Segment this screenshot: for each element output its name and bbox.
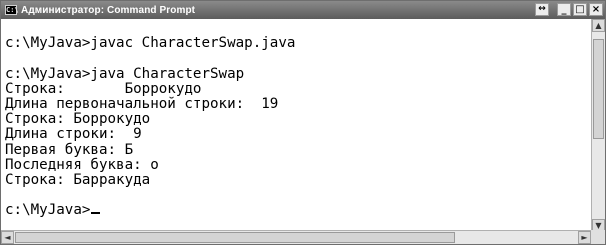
- horizontal-scroll-thumb[interactable]: [15, 232, 455, 243]
- window-title: Администратор: Command Prompt: [21, 4, 196, 16]
- scrollbar-corner: [591, 230, 605, 244]
- horizontal-scrollbar[interactable]: ◄ ►: [1, 230, 591, 244]
- command-prompt-window: C:\ Администратор: Command Prompt ↔ _ □ …: [0, 0, 606, 245]
- console-line: Строка: Боррокудо: [5, 80, 202, 97]
- vertical-scroll-thumb[interactable]: [593, 39, 604, 139]
- console-line: Первая буква: Б: [5, 141, 134, 158]
- resize-icon[interactable]: ↔: [535, 3, 549, 16]
- console-output[interactable]: c:\MyJava>javac CharacterSwap.java c:\My…: [5, 21, 585, 229]
- console-line: Длина первоначальной строки: 19: [5, 95, 279, 112]
- console-line: c:\MyJava>java CharacterSwap: [5, 65, 245, 82]
- scroll-right-button[interactable]: ►: [578, 231, 591, 244]
- console-line: Строка: Боррокудо: [5, 111, 151, 128]
- console-app-icon[interactable]: C:\: [5, 5, 19, 15]
- console-line: Последняя буква: о: [5, 156, 159, 173]
- window-controls: ↔ _ □ ×: [535, 3, 603, 16]
- prompt-text: c:\MyJava>: [5, 202, 91, 219]
- prompt-line[interactable]: c:\MyJava>: [5, 203, 585, 218]
- title-bar[interactable]: C:\ Администратор: Command Prompt ↔ _ □ …: [1, 1, 605, 19]
- minimize-button[interactable]: _: [557, 3, 571, 16]
- vertical-scrollbar[interactable]: ▲ ▼: [591, 19, 605, 232]
- scroll-up-button[interactable]: ▲: [592, 19, 605, 32]
- console-line: Длина строки: 9: [5, 126, 142, 143]
- close-button[interactable]: ×: [589, 3, 603, 16]
- console-line: c:\MyJava>javac CharacterSwap.java: [5, 35, 296, 52]
- text-cursor: [91, 212, 101, 215]
- maximize-button[interactable]: □: [573, 3, 587, 16]
- console-line: Строка: Барракуда: [5, 171, 151, 188]
- scroll-left-button[interactable]: ◄: [1, 231, 14, 244]
